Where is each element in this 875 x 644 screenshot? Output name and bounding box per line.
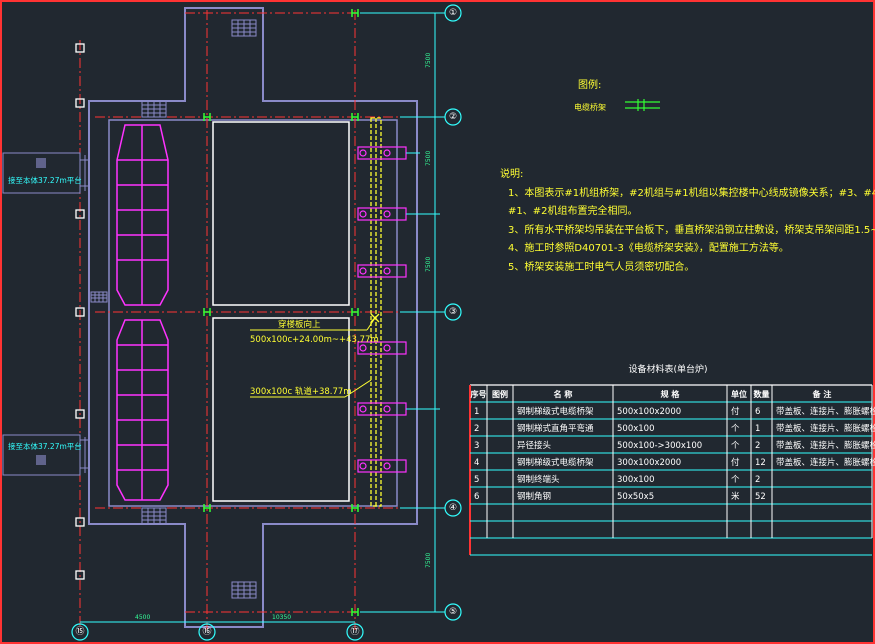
- tray-hangers: [357, 146, 407, 473]
- table-title: 设备材料表(单台炉): [628, 363, 707, 375]
- table-cell: 6: [755, 407, 760, 417]
- equipment-silo-bottom: [116, 319, 169, 501]
- dim-v-3: 7500: [425, 257, 432, 272]
- legend: 图例: 电缆桥架: [574, 78, 660, 112]
- table-cell: 米: [731, 491, 740, 502]
- table-cell: 带盖板、连接片、膨胀螺栓附件: [776, 423, 875, 434]
- dim-h-2: 10350: [272, 614, 291, 621]
- table-cell: 个: [731, 475, 740, 485]
- axis-label-col-17: ⑰: [350, 626, 359, 637]
- table-cell: 钢制梯级式电缆桥架: [517, 406, 594, 417]
- duct-mid-spec: 300x100c 轨道+38.77m: [250, 386, 352, 397]
- table-cell: 钢制角钢: [517, 491, 551, 502]
- bunker-top: [212, 121, 350, 306]
- note-line-5: 5、桥架安装施工时电气人员须密切配合。: [508, 260, 694, 273]
- table-cell: 12: [755, 458, 766, 468]
- table-cell: 6: [474, 492, 479, 502]
- table-header-cell: 名 称: [554, 389, 573, 399]
- table-cell: 52: [755, 492, 766, 502]
- dim-v-4: 7500: [425, 553, 432, 568]
- table-header-cell: 备 注: [812, 389, 832, 399]
- axis-label-row-4: ④: [449, 503, 457, 513]
- notes-title: 说明:: [500, 167, 523, 180]
- notes-block: 说明: 1、本图表示#1机组桥架，#2机组与#1机组以集控楼中心线成镜像关系；#…: [500, 167, 875, 273]
- dim-v-2: 7500: [425, 151, 432, 166]
- dim-h-1: 4500: [135, 614, 150, 621]
- axis-bubbles-rows: ① ② ③ ④ ⑤: [444, 4, 462, 621]
- axis-label-row-5: ⑤: [449, 607, 457, 617]
- table-cell: 2: [474, 424, 479, 434]
- table-cell: 带盖板、连接片、膨胀螺栓附件: [776, 406, 875, 417]
- table-cell: 3: [474, 441, 479, 451]
- table-cell: 带盖板、连接片、膨胀螺栓附件: [776, 457, 875, 468]
- table-header-cell: 数量: [754, 389, 770, 399]
- axis-label-col-16: ⑯: [202, 626, 211, 637]
- table-cell: 钢制梯式直角平弯通: [517, 423, 594, 434]
- axis-label-row-3: ③: [449, 307, 457, 317]
- table-cell: 异径接头: [517, 440, 552, 451]
- materials-table: 序号 图例 名 称 规 格 单位 数量 备 注 1 钢制梯级式电缆桥架 500x100x2000 付…: [469, 384, 875, 556]
- table-cell: 1: [755, 424, 760, 434]
- table-header-cell: 规 格: [661, 389, 681, 399]
- table-header-cell: 序号: [471, 389, 487, 399]
- table-cell: 带盖板、连接片、膨胀螺栓附件: [776, 440, 875, 451]
- left-platform-top: [2, 152, 90, 194]
- left-bottom-annotation: 接至本体37.27m平台: [8, 441, 82, 451]
- axis-label-row-2: ②: [449, 112, 457, 122]
- duct-top-spec: 500x100c+24.00m~+43.77m: [250, 335, 379, 345]
- left-platform-bottom: [2, 434, 90, 476]
- duct-top-label: 穿楼板向上: [278, 319, 321, 330]
- legend-tray-symbol: [625, 99, 660, 111]
- table-cell: 付: [731, 457, 740, 468]
- axis-label-col-15: ⑮: [75, 626, 84, 637]
- equipment-silo-top: [116, 124, 169, 306]
- table-cell: 2: [755, 475, 760, 485]
- table-cell: 钢制终端头: [517, 474, 560, 485]
- table-cell: 个: [731, 424, 740, 434]
- dim-v-1: 7500: [425, 53, 432, 68]
- note-line-4: 4、施工时参照D40701-3《电缆桥架安装》，配置施工方法等。: [508, 241, 789, 254]
- table-cell: 1: [474, 407, 479, 417]
- legend-item-label: 电缆桥架: [574, 102, 606, 112]
- drawing-frame: [0, 0, 875, 644]
- table-cell: 2: [755, 441, 760, 451]
- table-cell: 付: [731, 406, 740, 417]
- table-cell: 5: [474, 475, 479, 485]
- drawing-canvas: 穿楼板向上 500x100c+24.00m~+43.77m 300x100c 轨…: [0, 0, 875, 644]
- note-line-2: #1、#2机组布置完全相同。: [508, 204, 637, 217]
- table-header-cell: 单位: [731, 389, 747, 399]
- duct-annotation-mid: 300x100c 轨道+38.77m: [250, 379, 372, 398]
- table-cell: 4: [474, 458, 479, 468]
- bunker-bottom: [212, 317, 350, 502]
- inner-outline: [108, 119, 398, 507]
- table-cell: 500x100->300x100: [617, 441, 702, 451]
- table-cell: 50x50x5: [617, 492, 654, 502]
- stair-hatches: [90, 19, 257, 599]
- cad-drawing: 穿楼板向上 500x100c+24.00m~+43.77m 300x100c 轨…: [0, 0, 875, 644]
- table-cell: 500x100x2000: [617, 407, 681, 417]
- legend-title: 图例:: [578, 78, 601, 91]
- axis-label-row-1: ①: [449, 8, 457, 18]
- table-cell: 个: [731, 441, 740, 451]
- note-line-1: 1、本图表示#1机组桥架，#2机组与#1机组以集控楼中心线成镜像关系；#3、#4…: [508, 186, 875, 199]
- table-cell: 300x100x2000: [617, 458, 681, 468]
- note-line-3: 3、所有水平桥架均吊装在平台板下，垂直桥架沿钢立柱敷设，桥架支吊架间距1.5~2…: [508, 223, 875, 236]
- table-header-cell: 图例: [492, 389, 508, 399]
- table-cell: 钢制梯级式电缆桥架: [517, 457, 594, 468]
- table-cell: 500x100: [617, 424, 654, 434]
- left-top-annotation: 接至本体37.27m平台: [8, 175, 82, 185]
- table-cell: 300x100: [617, 475, 654, 485]
